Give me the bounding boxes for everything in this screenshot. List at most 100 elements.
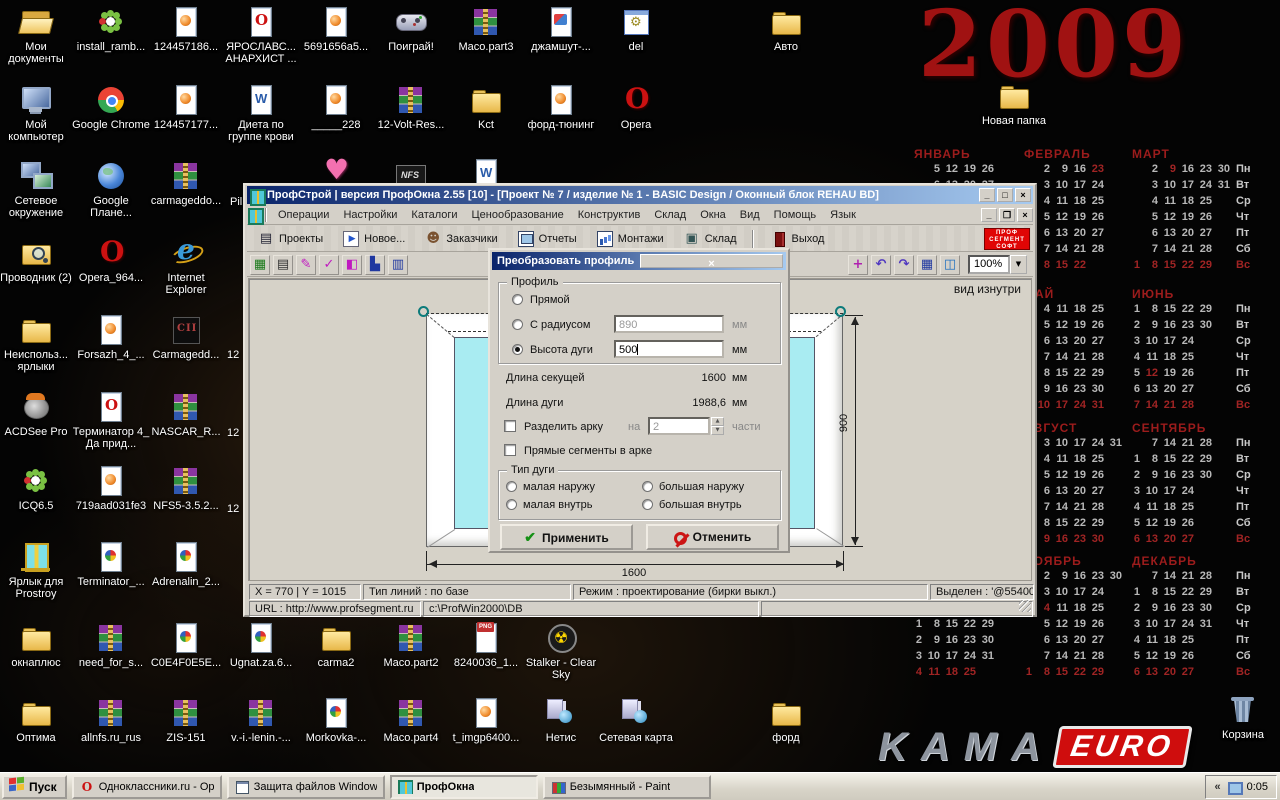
desktop-icon[interactable]: Maco.part4: [372, 697, 450, 744]
radio-small-outward[interactable]: [506, 481, 517, 492]
desktop-icon[interactable]: ZIS-151: [147, 697, 225, 744]
desktop-icon[interactable]: 5691656a5...: [297, 6, 375, 53]
redo-icon[interactable]: ↷: [894, 255, 914, 275]
edit-icon[interactable]: ✎: [296, 255, 316, 275]
radio-big-inward[interactable]: [642, 499, 653, 510]
title-bar[interactable]: ПрофСтрой | версия ПрофОкна 2.55 [10] - …: [247, 186, 1033, 204]
tray-chevron-icon[interactable]: «: [1214, 781, 1220, 793]
corner-handle[interactable]: [418, 306, 429, 317]
toolbar-button-exit[interactable]: Выход: [764, 228, 834, 250]
desktop-icon[interactable]: Forsazh_4_...: [72, 314, 150, 361]
desktop-icon[interactable]: Opera: [597, 84, 675, 131]
desktop-icon[interactable]: Ярлык для Prostroy: [0, 541, 75, 600]
desktop-icon[interactable]: Мои документы: [0, 6, 75, 65]
columns-icon[interactable]: ▥: [388, 255, 408, 275]
minimize-button[interactable]: _: [979, 188, 995, 202]
radio-small-inward[interactable]: [506, 499, 517, 510]
grid-icon[interactable]: ▦: [250, 255, 270, 275]
desktop-icon[interactable]: Adrenalin_2...: [147, 541, 225, 588]
desktop-icon[interactable]: allnfs.ru_rus: [72, 697, 150, 744]
undo-icon[interactable]: ↶: [871, 255, 891, 275]
split-count-input[interactable]: 2: [648, 417, 710, 435]
toolbar-button-customers[interactable]: Заказчики: [418, 228, 506, 250]
desktop-icon[interactable]: Авто: [747, 6, 825, 53]
radio-big-outward[interactable]: [642, 481, 653, 492]
desktop-icon[interactable]: Ugnat.za.6...: [222, 622, 300, 669]
desktop-icon[interactable]: Maco.part3: [447, 6, 525, 53]
radius-input[interactable]: 890: [614, 315, 724, 333]
desktop-icon[interactable]: Диета по группе крови: [222, 84, 300, 143]
desktop-icon[interactable]: Kct: [447, 84, 525, 131]
zoom-value[interactable]: 100%: [968, 255, 1010, 274]
mdi-restore-button[interactable]: ❐: [999, 208, 1015, 222]
desktop-icon[interactable]: Carmagedd...: [147, 314, 225, 361]
menu-item[interactable]: Склад: [647, 205, 693, 225]
desktop-icon[interactable]: ACDSee Pro: [0, 391, 75, 438]
desktop-icon[interactable]: Неиспольз... ярлыки: [0, 314, 75, 373]
zoom-combo[interactable]: 100% ▼: [968, 255, 1027, 274]
desktop-icon[interactable]: Internet Explorer: [147, 237, 225, 296]
radio-arc-height[interactable]: [512, 344, 523, 355]
start-button[interactable]: Пуск: [2, 775, 67, 799]
desktop-icon[interactable]: ЯРОСЛАВС... АНАРХИСТ ...: [222, 6, 300, 65]
desktop-icon[interactable]: 124457177...: [147, 84, 225, 131]
desktop-icon[interactable]: 8240036_1...: [447, 622, 525, 669]
panels-icon[interactable]: ◫: [940, 255, 960, 275]
straight-segments-checkbox[interactable]: [504, 444, 516, 456]
desktop-icon[interactable]: Терминатор 4_ Да прид...: [72, 391, 150, 450]
spinner-down-icon[interactable]: ▼: [711, 426, 724, 435]
desktop-icon[interactable]: джамшут-...: [522, 6, 600, 53]
fill-icon[interactable]: ◧: [342, 255, 362, 275]
desktop-icon[interactable]: 124457186...: [147, 6, 225, 53]
desktop-icon[interactable]: Morkovka-...: [297, 697, 375, 744]
desktop-icon[interactable]: Проводник (2): [0, 237, 75, 284]
sheet-icon[interactable]: ▤: [273, 255, 293, 275]
desktop-icon[interactable]: carmageddo...: [147, 160, 225, 207]
arc-height-input[interactable]: 500: [614, 340, 724, 358]
toolbar-button-new[interactable]: Новое...: [336, 228, 414, 250]
menu-item[interactable]: Конструктив: [571, 205, 648, 225]
desktop-icon[interactable]: Opera_964...: [72, 237, 150, 284]
radio-radius[interactable]: [512, 319, 523, 330]
apply-button[interactable]: ✔Применить: [500, 524, 633, 550]
desktop-icon[interactable]: Новая папка: [975, 80, 1053, 127]
dialog-title-bar[interactable]: Преобразовать профиль ×: [492, 252, 786, 270]
chart-icon[interactable]: ▙: [365, 255, 385, 275]
dialog-close-button[interactable]: ×: [640, 254, 783, 268]
menu-item[interactable]: Каталоги: [404, 205, 464, 225]
menu-item[interactable]: Окна: [693, 205, 733, 225]
desktop-icon[interactable]: Terminator_...: [72, 541, 150, 588]
desktop-icon[interactable]: install_ramb...: [72, 6, 150, 53]
maximize-button[interactable]: □: [997, 188, 1013, 202]
menu-item[interactable]: Язык: [823, 205, 863, 225]
taskbar-task-opera[interactable]: Одноклассники.ru - Op...: [72, 775, 222, 799]
desktop-icon[interactable]: Корзина: [1204, 694, 1280, 741]
desktop-icon[interactable]: форд: [747, 697, 825, 744]
spinner-up-icon[interactable]: ▲: [711, 417, 724, 426]
mdi-minimize-button[interactable]: _: [981, 208, 997, 222]
menu-item[interactable]: Настройки: [336, 205, 404, 225]
toolbar-button-reports[interactable]: Отчеты: [511, 228, 586, 250]
desktop-icon[interactable]: del: [597, 6, 675, 53]
toolbar-button-projects[interactable]: Проекты: [251, 228, 332, 250]
desktop-icon[interactable]: Google Плане...: [72, 160, 150, 219]
desktop-icon[interactable]: Google Chrome: [72, 84, 150, 131]
taskbar-task-window[interactable]: Защита файлов Windows: [227, 775, 385, 799]
desktop-icon[interactable]: carma2: [297, 622, 375, 669]
desktop-icon[interactable]: Stalker - Clear Sky: [522, 622, 600, 681]
radio-straight[interactable]: [512, 294, 523, 305]
desktop-icon[interactable]: 719aad031fe3: [72, 465, 150, 512]
toolbar-button-installs[interactable]: Монтажи: [590, 228, 673, 250]
desktop-icon[interactable]: t_imgp6400...: [447, 697, 525, 744]
taskbar-task-paint[interactable]: Безымянный - Paint: [543, 775, 711, 799]
desktop-icon[interactable]: need_for_s...: [72, 622, 150, 669]
menu-item[interactable]: Вид: [733, 205, 767, 225]
desktop-icon[interactable]: окнаплюс: [0, 622, 75, 669]
toolbar-button-warehouse[interactable]: Склад: [677, 228, 746, 250]
table-icon[interactable]: ▦: [917, 255, 937, 275]
move-icon[interactable]: +: [848, 255, 868, 275]
desktop-icon[interactable]: Сетевое окружение: [0, 160, 75, 219]
desktop-icon[interactable]: Мой компьютер: [0, 84, 75, 143]
taskbar-task-profokna[interactable]: ПрофОкна: [390, 775, 538, 799]
menu-item[interactable]: Ценообразование: [465, 205, 571, 225]
